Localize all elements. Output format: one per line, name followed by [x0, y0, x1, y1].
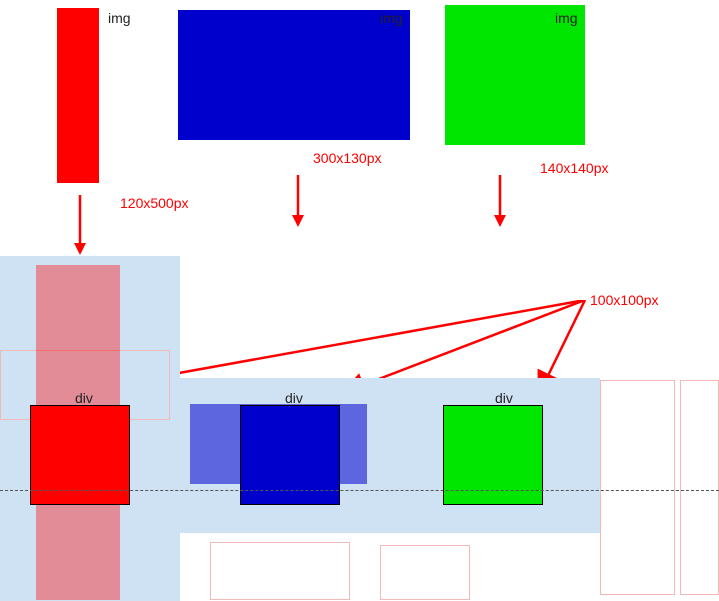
label-img-green: img: [555, 10, 578, 26]
label-dim-green: 140x140px: [540, 160, 609, 176]
label-div-blue: div: [285, 390, 303, 406]
source-image-red: [57, 8, 99, 183]
label-img-red: img: [108, 10, 131, 26]
label-img-blue: img: [380, 10, 403, 26]
arrow-down-icon: [288, 175, 308, 227]
source-image-blue: [178, 10, 410, 140]
guide-box: [210, 542, 350, 600]
guide-box: [680, 380, 719, 595]
label-div-red: div: [75, 390, 93, 406]
label-div-green: div: [495, 390, 513, 406]
label-dim-red: 120x500px: [120, 195, 189, 211]
baseline-rule: [0, 490, 719, 491]
arrow-down-icon: [490, 175, 510, 227]
source-image-green: [445, 5, 585, 145]
guide-box: [600, 380, 675, 595]
arrow-down-icon: [70, 195, 90, 255]
guide-box: [380, 545, 470, 600]
label-dim-blue: 300x130px: [313, 150, 382, 166]
label-dim-target: 100x100px: [590, 292, 659, 308]
